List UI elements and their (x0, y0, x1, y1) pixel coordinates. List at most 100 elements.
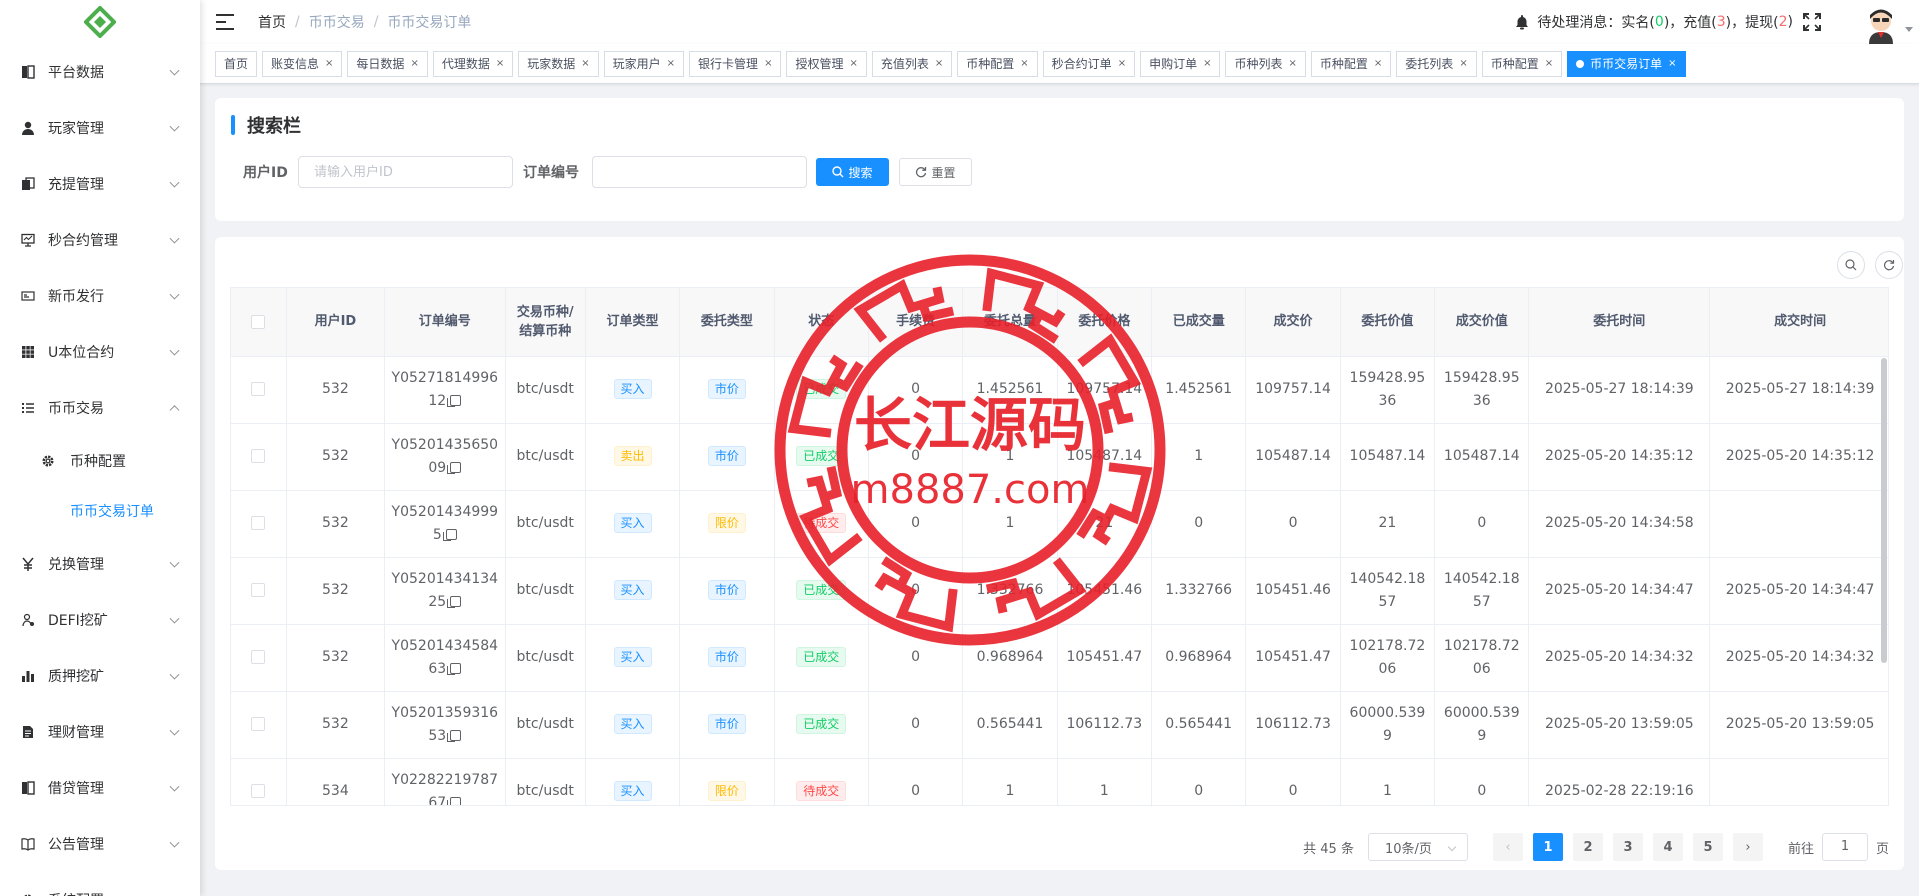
sidebar-item-2[interactable]: 玩家管理 (0, 100, 200, 156)
tag-1[interactable]: 首页 (215, 50, 258, 77)
tag-16[interactable]: 币种配置 × (1481, 50, 1563, 77)
fullscreen-icon[interactable] (1803, 13, 1821, 31)
table-row[interactable]: 532 Y0520143565009 btc/usdt 卖出 市价 已成交 0 1 105487… (231, 423, 1888, 491)
cell-entrust-time: 2025-02-28 22:19:16 (1528, 758, 1711, 805)
reset-button[interactable]: 重置 (899, 158, 972, 186)
copy-icon[interactable] (447, 595, 462, 608)
search-title-text: 搜索栏 (247, 116, 301, 137)
page-button[interactable]: 3 (1612, 833, 1643, 861)
tag-11[interactable]: 秒合约订单 × (1042, 50, 1136, 77)
close-icon[interactable]: × (581, 52, 589, 76)
sidebar-item-6[interactable]: U本位合约 (0, 324, 200, 380)
tag-4[interactable]: 代理数据 × (432, 50, 514, 77)
page-button[interactable]: 5 (1692, 833, 1723, 861)
row-checkbox[interactable] (251, 382, 266, 396)
refresh-table-button[interactable] (1875, 251, 1903, 279)
tag-14[interactable]: 币种配置 × (1310, 50, 1392, 77)
cell-pair: btc/usdt (505, 691, 586, 759)
close-icon[interactable]: × (1118, 52, 1126, 76)
table-row[interactable]: 532 Y0520143458463 btc/usdt 买入 市价 已成交 0 0.96896… (231, 624, 1888, 692)
close-icon[interactable]: × (764, 52, 772, 76)
sidebar-item-8[interactable]: 兑换管理 (0, 536, 200, 592)
tag-10[interactable]: 币种配置 × (957, 50, 1038, 77)
table-scrollbar[interactable] (1881, 358, 1887, 663)
tag-17[interactable]: 币币交易订单 × (1567, 50, 1686, 77)
avatar[interactable] (1861, 4, 1901, 44)
row-checkbox[interactable] (251, 717, 266, 731)
row-checkbox[interactable] (251, 516, 266, 530)
copy-icon[interactable] (447, 796, 462, 805)
copy-icon[interactable] (442, 528, 457, 541)
notice-mid1: )，充值( (1663, 15, 1717, 31)
close-icon[interactable]: × (325, 52, 333, 76)
sidebar-item-4[interactable]: 秒合约管理 (0, 212, 200, 268)
page-button[interactable]: 2 (1572, 833, 1603, 861)
search-button[interactable]: 搜索 (816, 158, 889, 186)
breadcrumb-home[interactable]: 首页 (258, 12, 286, 32)
table-row[interactable]: 534 Y0228221978767 btc/usdt 买入 限价 待成交 0 1 1 0 0 1 0 2… (231, 758, 1888, 805)
row-checkbox[interactable] (251, 784, 266, 798)
tag-13[interactable]: 币种列表 × (1225, 50, 1306, 77)
toggle-search-button[interactable] (1837, 251, 1865, 279)
hamburger-icon[interactable] (216, 14, 234, 30)
avatar-caret-icon[interactable] (1905, 27, 1913, 32)
close-icon[interactable]: × (1203, 52, 1211, 76)
table-row[interactable]: 532 Y0520143413425 btc/usdt 买入 市价 已成交 0 1.33276… (231, 557, 1888, 625)
sidebar-item-10[interactable]: 质押挖矿 (0, 648, 200, 704)
close-icon[interactable]: × (1545, 52, 1553, 76)
row-checkbox[interactable] (251, 583, 266, 597)
copy-icon[interactable] (447, 729, 462, 742)
sidebar-subitem-2[interactable]: 币币交易订单 (0, 486, 200, 536)
tag-3[interactable]: 每日数据 × (347, 50, 428, 77)
prev-page-button[interactable]: ‹ (1492, 833, 1523, 861)
sidebar-item-13[interactable]: 公告管理 (0, 816, 200, 872)
sidebar-item-3[interactable]: 充提管理 (0, 156, 200, 212)
close-icon[interactable]: × (935, 52, 943, 76)
sidebar-item-14[interactable]: 系统配置 (0, 872, 200, 896)
close-icon[interactable]: × (1668, 52, 1676, 76)
table-row[interactable]: 532 Y0520135931653 btc/usdt 买入 市价 已成交 0 0.56544… (231, 691, 1888, 759)
page-button[interactable]: 4 (1652, 833, 1683, 861)
sidebar-subitem-1[interactable]: 币种配置 (0, 436, 200, 486)
tag-7[interactable]: 银行卡管理 × (689, 50, 782, 77)
close-icon[interactable]: × (1020, 52, 1028, 76)
sidebar-item-1[interactable]: 平台数据 (0, 44, 200, 100)
logo[interactable] (0, 0, 200, 44)
tag-15[interactable]: 委托列表 × (1396, 50, 1477, 77)
page-size-select[interactable]: 10条/页 (1367, 833, 1468, 861)
sidebar-item-7[interactable]: 币币交易 (0, 380, 200, 436)
row-checkbox[interactable] (251, 449, 266, 463)
tag-8[interactable]: 授权管理 × (786, 50, 867, 77)
tag-2[interactable]: 账变信息 × (262, 50, 343, 77)
row-checkbox[interactable] (251, 650, 266, 664)
close-icon[interactable]: × (1289, 52, 1297, 76)
table-row[interactable]: 532 Y0527181499612 btc/usdt 买入 市价 已成交 0 1.45256… (231, 356, 1888, 424)
copy-icon[interactable] (447, 394, 462, 407)
search-card: 搜索栏 用户ID 订单编号 搜索 重置 (215, 98, 1904, 221)
tag-5[interactable]: 玩家数据 × (518, 50, 599, 77)
tag-9[interactable]: 充值列表 × (871, 50, 953, 77)
copy-icon[interactable] (447, 461, 462, 474)
close-icon[interactable]: × (410, 52, 418, 76)
goto-input[interactable]: 1 (1821, 833, 1868, 861)
sidebar-item-11[interactable]: 理财管理 (0, 704, 200, 760)
copy-icon[interactable] (447, 662, 462, 675)
close-icon[interactable]: × (496, 52, 504, 76)
close-icon[interactable]: × (1374, 52, 1382, 76)
page-button[interactable]: 1 (1532, 833, 1563, 861)
close-icon[interactable]: × (667, 52, 675, 76)
tag-12[interactable]: 申购订单 × (1140, 50, 1221, 77)
next-page-button[interactable]: › (1732, 833, 1763, 861)
sidebar-item-9[interactable]: DEFI挖矿 (0, 592, 200, 648)
user-id-input[interactable] (298, 156, 513, 188)
sidebar-item-12[interactable]: 借贷管理 (0, 760, 200, 816)
sidebar-item-5[interactable]: 新币发行 (0, 268, 200, 324)
close-icon[interactable]: × (1459, 52, 1467, 76)
tag-6[interactable]: 玩家用户 × (603, 50, 685, 77)
pending-notice[interactable]: 待处理消息：实名(0)，充值(3)，提现(2) (1515, 0, 1821, 44)
breadcrumb-section[interactable]: 币币交易 (309, 12, 365, 32)
close-icon[interactable]: × (849, 52, 857, 76)
order-no-input[interactable] (592, 156, 807, 188)
table-row[interactable]: 532 Y052014349995 btc/usdt 买入 限价 待成交 0 1 21 0 0 21 0… (231, 490, 1888, 558)
select-all-checkbox[interactable] (251, 314, 266, 329)
